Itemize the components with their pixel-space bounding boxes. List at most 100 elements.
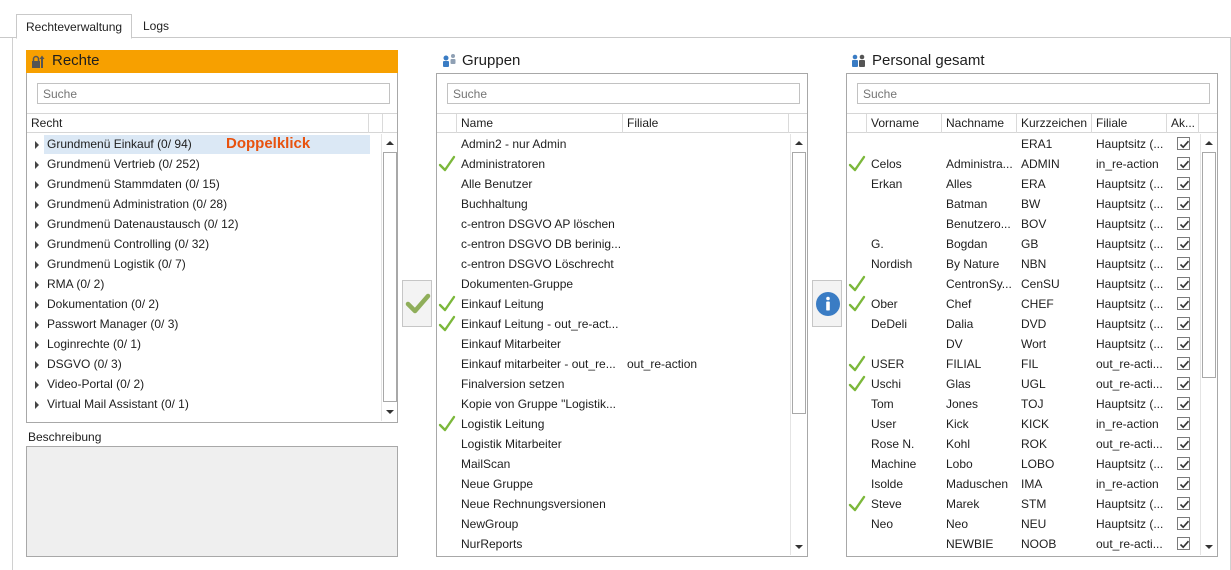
personal-row[interactable]: NEWBIE NOOB out_re-acti... bbox=[847, 534, 1199, 554]
personal-row[interactable]: Steve Marek STM Hauptsitz (... bbox=[847, 494, 1199, 514]
gruppen-row[interactable]: Alle Benutzer bbox=[437, 174, 789, 194]
column-aktiv[interactable]: Ak... bbox=[1167, 114, 1199, 133]
expand-arrow-icon[interactable] bbox=[35, 381, 39, 389]
aktiv-checkbox[interactable] bbox=[1177, 377, 1190, 390]
personal-scrollbar[interactable] bbox=[1200, 134, 1216, 555]
scroll-down-icon[interactable] bbox=[1201, 539, 1217, 555]
aktiv-checkbox[interactable] bbox=[1177, 257, 1190, 270]
column-name[interactable]: Name bbox=[457, 114, 623, 133]
aktiv-checkbox[interactable] bbox=[1177, 417, 1190, 430]
scroll-down-icon[interactable] bbox=[382, 404, 398, 420]
scroll-up-icon[interactable] bbox=[382, 135, 398, 151]
gruppen-row[interactable]: Logistik Leitung bbox=[437, 414, 789, 434]
column-recht[interactable]: Recht bbox=[27, 114, 369, 133]
personal-row[interactable]: DV Wort Hauptsitz (... bbox=[847, 334, 1199, 354]
personal-row[interactable]: G. Bogdan GB Hauptsitz (... bbox=[847, 234, 1199, 254]
gruppen-row[interactable]: Einkauf mitarbeiter - out_re... out_re-ac… bbox=[437, 354, 789, 374]
personal-row[interactable]: USER FILIAL FIL out_re-acti... bbox=[847, 354, 1199, 374]
expand-arrow-icon[interactable] bbox=[35, 181, 39, 189]
gruppen-row[interactable]: MailScan bbox=[437, 454, 789, 474]
scroll-up-icon[interactable] bbox=[791, 135, 807, 151]
gruppen-row[interactable]: NurReports bbox=[437, 534, 789, 554]
aktiv-checkbox[interactable] bbox=[1177, 357, 1190, 370]
personal-row[interactable]: ERA1 Hauptsitz (... bbox=[847, 134, 1199, 154]
personal-row[interactable]: Isolde Maduschen IMA in_re-action bbox=[847, 474, 1199, 494]
aktiv-checkbox[interactable] bbox=[1177, 497, 1190, 510]
rechte-tree-item[interactable]: Loginrechte (0/ 1) bbox=[28, 334, 370, 354]
personal-row[interactable]: Rose N. Kohl ROK out_re-acti... bbox=[847, 434, 1199, 454]
assign-check-button[interactable] bbox=[402, 280, 432, 327]
gruppen-row[interactable]: NewGroup bbox=[437, 514, 789, 534]
personal-row[interactable]: Erkan Alles ERA Hauptsitz (... bbox=[847, 174, 1199, 194]
personal-row[interactable]: Neo Neo NEU Hauptsitz (... bbox=[847, 514, 1199, 534]
tab-rechteverwaltung[interactable]: Rechteverwaltung bbox=[16, 14, 133, 39]
aktiv-checkbox[interactable] bbox=[1177, 157, 1190, 170]
aktiv-checkbox[interactable] bbox=[1177, 217, 1190, 230]
personal-row[interactable]: Batman BW Hauptsitz (... bbox=[847, 194, 1199, 214]
aktiv-checkbox[interactable] bbox=[1177, 517, 1190, 530]
scroll-thumb[interactable] bbox=[792, 152, 806, 414]
scroll-up-icon[interactable] bbox=[1201, 135, 1217, 151]
expand-arrow-icon[interactable] bbox=[35, 261, 39, 269]
scroll-thumb[interactable] bbox=[383, 152, 397, 402]
gruppen-row[interactable]: c-entron DSGVO AP löschen bbox=[437, 214, 789, 234]
gruppen-row[interactable]: Admin2 - nur Admin bbox=[437, 134, 789, 154]
aktiv-checkbox[interactable] bbox=[1177, 277, 1190, 290]
aktiv-checkbox[interactable] bbox=[1177, 537, 1190, 550]
gruppen-row[interactable]: Buchhaltung bbox=[437, 194, 789, 214]
gruppen-search-input[interactable] bbox=[447, 83, 800, 104]
rechte-tree-item[interactable]: Grundmenü Einkauf (0/ 94) bbox=[28, 134, 370, 154]
aktiv-checkbox[interactable] bbox=[1177, 297, 1190, 310]
expand-arrow-icon[interactable] bbox=[35, 221, 39, 229]
rechte-tree-item[interactable]: Dokumentation (0/ 2) bbox=[28, 294, 370, 314]
personal-row[interactable]: Nordish By Nature NBN Hauptsitz (... bbox=[847, 254, 1199, 274]
expand-arrow-icon[interactable] bbox=[35, 321, 39, 329]
gruppen-row[interactable]: Einkauf Mitarbeiter bbox=[437, 334, 789, 354]
expand-arrow-icon[interactable] bbox=[35, 401, 39, 409]
aktiv-checkbox[interactable] bbox=[1177, 337, 1190, 350]
gruppen-row[interactable]: Einkauf Leitung bbox=[437, 294, 789, 314]
expand-arrow-icon[interactable] bbox=[35, 161, 39, 169]
gruppen-row[interactable]: Neue Rechnungsversionen bbox=[437, 494, 789, 514]
aktiv-checkbox[interactable] bbox=[1177, 137, 1190, 150]
expand-arrow-icon[interactable] bbox=[35, 241, 39, 249]
rechte-tree-item[interactable]: RMA (0/ 2) bbox=[28, 274, 370, 294]
aktiv-checkbox[interactable] bbox=[1177, 237, 1190, 250]
gruppen-row[interactable]: Kopie von Gruppe "Logistik... bbox=[437, 394, 789, 414]
rechte-tree-item[interactable]: Virtual Mail Assistant (0/ 1) bbox=[28, 394, 370, 414]
rechte-tree-item[interactable]: Grundmenü Stammdaten (0/ 15) bbox=[28, 174, 370, 194]
gruppen-scrollbar[interactable] bbox=[790, 134, 806, 555]
rechte-tree-item[interactable]: Grundmenü Logistik (0/ 7) bbox=[28, 254, 370, 274]
tab-logs[interactable]: Logs bbox=[134, 14, 178, 38]
rechte-tree-item[interactable]: Grundmenü Vertrieb (0/ 252) bbox=[28, 154, 370, 174]
rechte-tree-item[interactable]: Passwort Manager (0/ 3) bbox=[28, 314, 370, 334]
column-vorname[interactable]: Vorname bbox=[867, 114, 942, 133]
personal-row[interactable]: User Kick KICK in_re-action bbox=[847, 414, 1199, 434]
personal-row[interactable]: CentronSy... CenSU Hauptsitz (... bbox=[847, 274, 1199, 294]
rechte-tree-item[interactable]: Grundmenü Controlling (0/ 32) bbox=[28, 234, 370, 254]
rechte-search-input[interactable] bbox=[37, 83, 390, 104]
aktiv-checkbox[interactable] bbox=[1177, 197, 1190, 210]
aktiv-checkbox[interactable] bbox=[1177, 177, 1190, 190]
personal-row[interactable]: Machine Lobo LOBO Hauptsitz (... bbox=[847, 454, 1199, 474]
aktiv-checkbox[interactable] bbox=[1177, 437, 1190, 450]
personal-row[interactable]: Tom Jones TOJ Hauptsitz (... bbox=[847, 394, 1199, 414]
gruppen-row[interactable]: Administratoren bbox=[437, 154, 789, 174]
aktiv-checkbox[interactable] bbox=[1177, 477, 1190, 490]
rechte-tree-item[interactable]: Video-Portal (0/ 2) bbox=[28, 374, 370, 394]
aktiv-checkbox[interactable] bbox=[1177, 397, 1190, 410]
gruppen-row[interactable]: Logistik Mitarbeiter bbox=[437, 434, 789, 454]
rechte-tree-item[interactable]: Grundmenü Administration (0/ 28) bbox=[28, 194, 370, 214]
rechte-scrollbar[interactable] bbox=[381, 134, 397, 421]
rechte-tree-item[interactable]: DSGVO (0/ 3) bbox=[28, 354, 370, 374]
expand-arrow-icon[interactable] bbox=[35, 361, 39, 369]
gruppen-row[interactable]: Dokumenten-Gruppe bbox=[437, 274, 789, 294]
expand-arrow-icon[interactable] bbox=[35, 281, 39, 289]
expand-arrow-icon[interactable] bbox=[35, 341, 39, 349]
column-kurzzeichen[interactable]: Kurzzeichen bbox=[1017, 114, 1092, 133]
column-filiale[interactable]: Filiale bbox=[623, 114, 789, 133]
scroll-thumb[interactable] bbox=[1202, 152, 1216, 378]
aktiv-checkbox[interactable] bbox=[1177, 457, 1190, 470]
expand-arrow-icon[interactable] bbox=[35, 301, 39, 309]
column-filiale[interactable]: Filiale bbox=[1092, 114, 1167, 133]
